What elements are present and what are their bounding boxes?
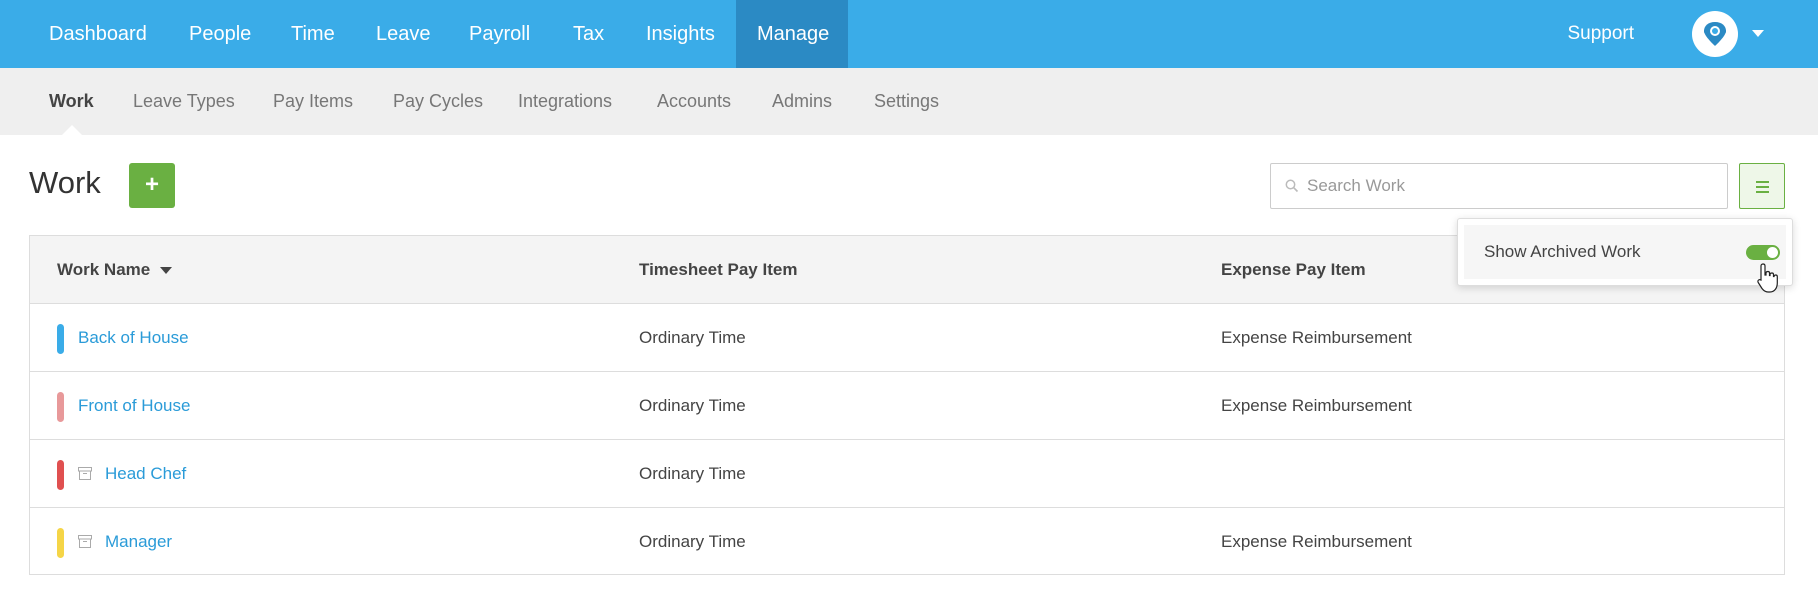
work-name-link[interactable]: Manager (105, 508, 172, 576)
hamburger-icon (1756, 181, 1769, 183)
work-color-indicator (57, 324, 64, 354)
nav-item-tax[interactable]: Tax (552, 0, 625, 68)
tab-integrations[interactable]: Integrations (518, 68, 612, 135)
timesheet-pay-item-cell: Ordinary Time (639, 396, 746, 415)
options-dropdown: Show Archived Work (1457, 218, 1793, 286)
table-row: Back of House Ordinary Time Expense Reimbu… (30, 304, 1784, 372)
timesheet-pay-item-cell: Ordinary Time (639, 532, 746, 551)
tab-accounts[interactable]: Accounts (657, 68, 731, 135)
work-name-link[interactable]: Head Chef (105, 440, 186, 508)
add-work-button[interactable]: + (129, 163, 175, 208)
hamburger-icon-line (1756, 191, 1769, 193)
hand-pointer-cursor-icon (1757, 263, 1778, 293)
tab-settings[interactable]: Settings (874, 68, 939, 135)
hamburger-icon-line (1756, 186, 1769, 188)
show-archived-label: Show Archived Work (1484, 242, 1641, 261)
table-row: Front of House Ordinary Time Expense Reimb… (30, 372, 1784, 440)
archive-icon (78, 535, 92, 548)
tab-admins[interactable]: Admins (772, 68, 832, 135)
company-logo-icon (1704, 22, 1726, 46)
tab-leave-types[interactable]: Leave Types (133, 68, 235, 135)
support-link[interactable]: Support (1567, 0, 1634, 68)
nav-item-leave[interactable]: Leave (355, 0, 452, 68)
expense-pay-item-cell: Expense Reimbursement (1221, 396, 1412, 415)
table-row: Head Chef Ordinary Time (30, 440, 1784, 508)
column-header-work-name[interactable]: Work Name (57, 236, 173, 304)
dropdown-item-show-archived[interactable]: Show Archived Work (1464, 225, 1786, 279)
tab-pay-items[interactable]: Pay Items (273, 68, 353, 135)
sort-down-icon (160, 267, 173, 275)
nav-item-insights[interactable]: Insights (625, 0, 736, 68)
column-header-label: Work Name (57, 260, 151, 279)
top-navigation: Dashboard People Time Leave Payroll Tax … (0, 0, 1818, 68)
options-menu-button[interactable] (1739, 163, 1785, 209)
nav-item-people[interactable]: People (168, 0, 272, 68)
nav-item-payroll[interactable]: Payroll (448, 0, 551, 68)
table-row: Manager Ordinary Time Expense Reimbursemen… (30, 508, 1784, 576)
nav-item-time[interactable]: Time (270, 0, 356, 68)
sub-navigation: Work Leave Types Pay Items Pay Cycles In… (0, 68, 1818, 135)
timesheet-pay-item-cell: Ordinary Time (639, 328, 746, 347)
work-table: Work Name Timesheet Pay Item Expense Pay… (29, 235, 1785, 575)
search-icon (1285, 179, 1299, 193)
search-input[interactable] (1307, 164, 1717, 208)
nav-item-manage[interactable]: Manage (736, 0, 848, 68)
show-archived-toggle[interactable] (1746, 245, 1780, 260)
column-header-expense: Expense Pay Item (1221, 260, 1366, 279)
search-box (1270, 163, 1728, 209)
archive-icon (78, 467, 92, 480)
avatar[interactable] (1692, 11, 1738, 57)
work-color-indicator (57, 528, 64, 558)
work-color-indicator (57, 460, 64, 490)
column-header-timesheet: Timesheet Pay Item (639, 260, 798, 279)
expense-pay-item-cell: Expense Reimbursement (1221, 328, 1412, 347)
page-title: Work (29, 165, 101, 200)
toggle-knob (1767, 247, 1778, 258)
work-name-link[interactable]: Front of House (78, 372, 190, 440)
work-name-link[interactable]: Back of House (78, 304, 189, 372)
expense-pay-item-cell: Expense Reimbursement (1221, 532, 1412, 551)
timesheet-pay-item-cell: Ordinary Time (639, 464, 746, 483)
tab-pay-cycles[interactable]: Pay Cycles (393, 68, 483, 135)
active-tab-indicator (62, 125, 82, 135)
work-color-indicator (57, 392, 64, 422)
chevron-down-icon[interactable] (1752, 30, 1764, 37)
nav-item-dashboard[interactable]: Dashboard (28, 0, 168, 68)
